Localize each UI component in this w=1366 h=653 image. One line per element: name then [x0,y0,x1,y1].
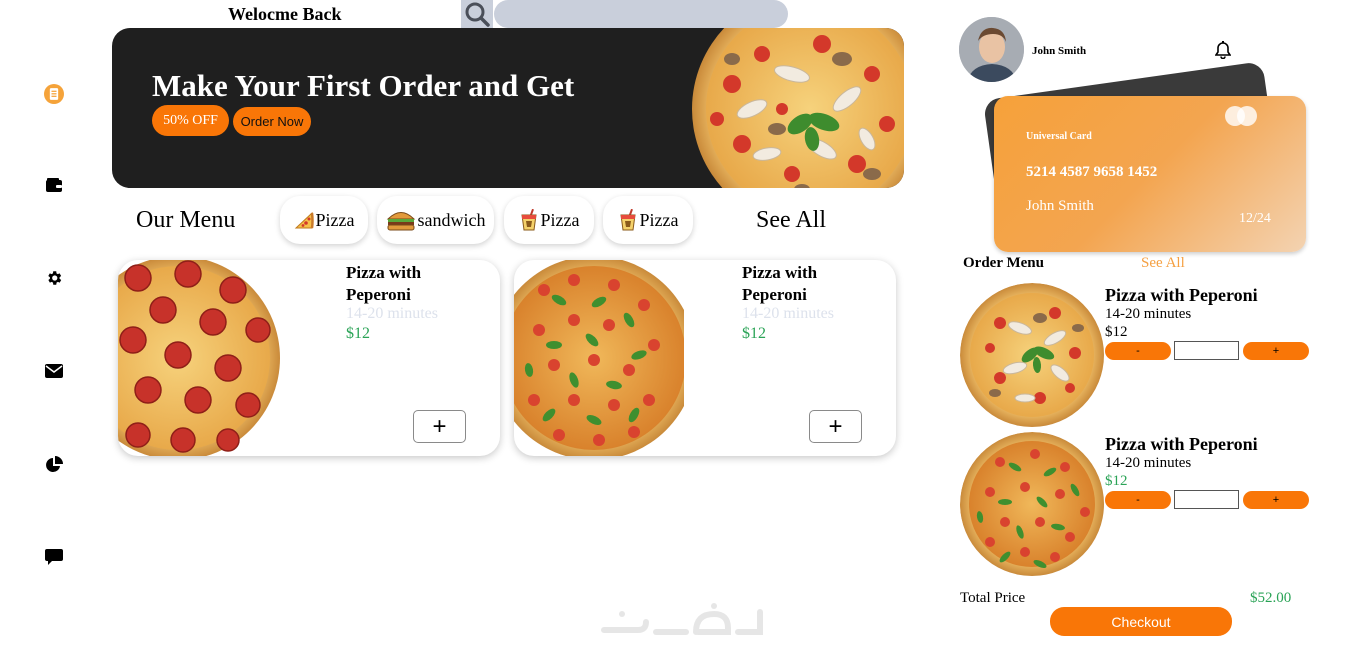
watermark-logo [601,603,763,635]
welcome-text: Welocme Back [228,4,342,24]
menu-item-time: 14-20 minutes [346,305,438,322]
user-name: John Smith [1032,45,1087,57]
category-label: sandwich [417,209,486,230]
sidebar-item-mail[interactable] [44,361,64,381]
increase-quantity-button[interactable]: + [1243,342,1309,360]
category-chip-pizza-2[interactable]: Pizza [504,196,594,244]
category-label: Pizza [315,209,355,230]
order-menu-title: Order Menu [963,255,1044,271]
total-price-label: Total Price [960,590,1026,606]
add-to-order-button[interactable]: + [413,410,466,443]
card-holder: John Smith [1026,198,1094,214]
pepperoni-pizza-image [118,260,280,456]
banner-title: Make Your First Order and Get [152,68,575,103]
card-expiry: 12/24 [1239,211,1271,226]
pizza-slice-icon [294,211,314,229]
order-now-button[interactable]: Order Now [233,107,311,136]
chicken-pizza-image [960,283,1104,427]
card-label: Universal Card [1026,131,1092,142]
avatar[interactable] [959,17,1024,82]
menu-item-price: $12 [742,325,766,342]
decrease-quantity-button[interactable]: - [1105,491,1171,509]
quantity-input[interactable] [1174,490,1239,509]
category-label: Pizza [639,209,679,230]
quantity-input[interactable] [1174,341,1239,360]
increase-quantity-button[interactable]: + [1243,491,1309,509]
menu-see-all-link[interactable]: See All [756,207,826,234]
category-chip-pizza[interactable]: Pizza [280,196,368,244]
search-input[interactable] [494,0,788,28]
sidebar-item-settings[interactable] [44,268,64,288]
total-price-value: $52.00 [1250,590,1292,606]
category-chip-sandwich[interactable]: sandwich [377,196,494,244]
order-see-all-link[interactable]: See All [1141,255,1185,272]
notifications-button[interactable] [1214,41,1232,64]
order-item-title: Pizza with Peperoni [1105,285,1258,305]
our-menu-title: Our Menu [136,207,236,233]
card-logo-icon [1225,106,1257,126]
checkout-button[interactable]: Checkout [1050,607,1232,636]
sidebar-item-menu[interactable] [44,84,64,104]
category-label: Pizza [540,209,580,230]
promo-banner: Make Your First Order and Get 50% OFF Or… [112,28,904,188]
sidebar-item-chat[interactable] [44,547,64,567]
drink-icon [520,209,537,231]
card-number: 5214 4587 9658 1452 [1026,164,1158,180]
veggie-pizza-image [514,260,684,456]
menu-item-title: Pizza with Peperoni [742,263,818,304]
decrease-quantity-button[interactable]: - [1105,342,1171,360]
order-item-image [960,283,1105,428]
category-chip-pizza-3[interactable]: Pizza [603,196,693,244]
burger-icon [386,212,415,231]
order-item-time: 14-20 minutes [1105,306,1192,322]
sidebar-item-wallet[interactable] [44,175,64,195]
credit-card[interactable]: Universal Card 5214 4587 9658 1452 John … [994,96,1306,252]
search-button[interactable] [461,0,493,28]
order-item-image [960,432,1105,577]
bell-icon [1214,41,1232,60]
wallet-icon [46,178,62,192]
discount-badge: 50% OFF [152,105,229,136]
mail-icon [45,364,63,378]
menu-item-time: 14-20 minutes [742,305,834,322]
add-to-order-button[interactable]: + [809,410,862,443]
order-item-price: $12 [1105,473,1128,489]
menu-list-icon [44,84,64,104]
order-item-price: $12 [1105,324,1128,340]
menu-card: Pizza with Peperoni 14-20 minutes $12 + [514,260,896,456]
menu-item-price: $12 [346,325,370,342]
veggie-pizza-image [960,432,1104,576]
pie-chart-icon [46,456,63,472]
order-item-title: Pizza with Peperoni [1105,434,1258,454]
order-item-time: 14-20 minutes [1105,455,1192,471]
menu-item-title: Pizza with Peperoni [346,263,422,304]
user-photo [959,17,1024,82]
sidebar-item-stats[interactable] [44,455,64,475]
app-root: Welocme Back Make Your First Order and G… [0,0,1366,653]
drink-icon [619,209,636,231]
chat-icon [45,549,63,565]
banner-pizza-image [692,28,904,188]
search-icon [465,2,490,27]
gear-icon [48,271,62,285]
menu-card: Pizza with Peperoni 14-20 minutes $12 + [118,260,500,456]
